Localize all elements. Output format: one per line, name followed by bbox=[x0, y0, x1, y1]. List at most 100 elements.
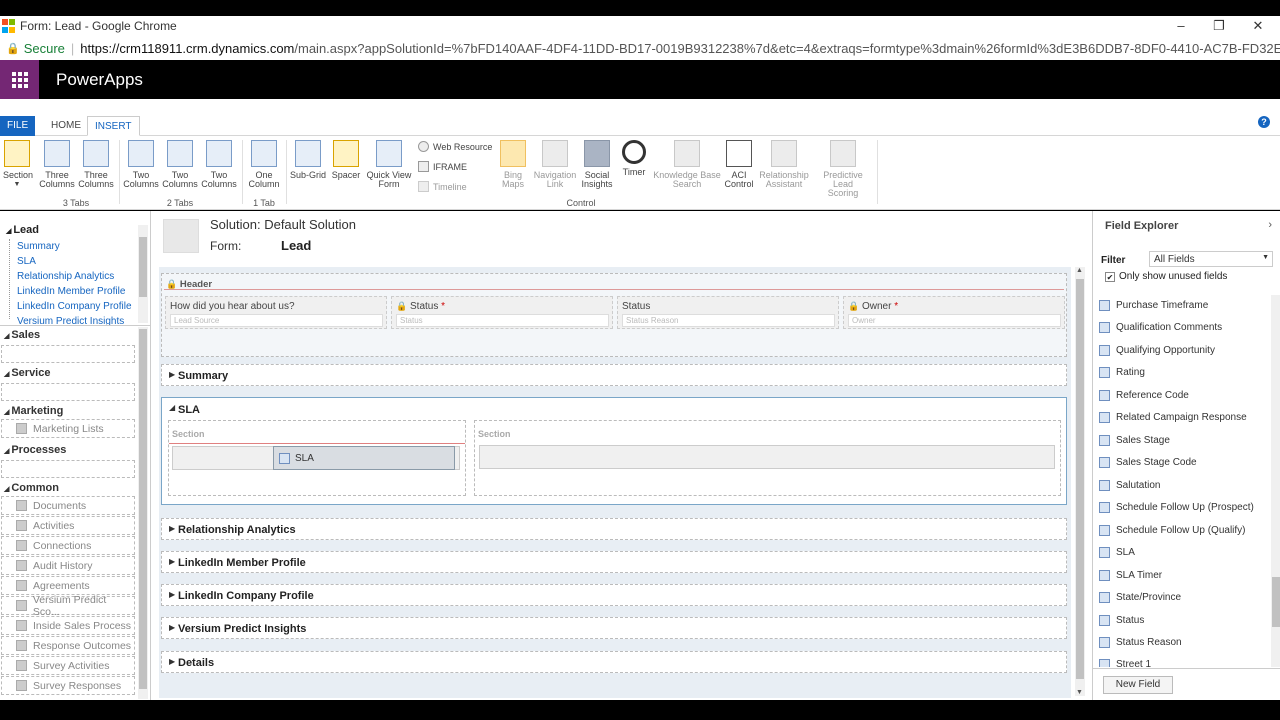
field-item[interactable]: Street 1 bbox=[1099, 659, 1151, 667]
header-section[interactable]: 🔒 Header How did you hear about us? Lead … bbox=[161, 273, 1067, 357]
tab-summary[interactable]: ▶ Summary bbox=[161, 364, 1067, 386]
nav-sales[interactable]: ◢ Sales bbox=[4, 329, 40, 341]
canvas-scrollbar[interactable]: ▲ ▼ bbox=[1075, 267, 1085, 696]
empty-slot[interactable] bbox=[479, 445, 1055, 469]
field-item[interactable]: Related Campaign Response bbox=[1099, 412, 1247, 423]
field-item[interactable]: Status bbox=[1099, 615, 1144, 626]
field-item[interactable]: Salutation bbox=[1099, 480, 1160, 491]
field-item[interactable]: Schedule Follow Up (Qualify) bbox=[1099, 525, 1246, 536]
one-column-button[interactable]: One Column bbox=[245, 140, 283, 189]
tab-versium-predict[interactable]: ▶ Versium Predict Insights bbox=[161, 617, 1067, 639]
help-icon[interactable]: ? bbox=[1258, 116, 1270, 128]
nav-item-survey-responses[interactable]: Survey Responses bbox=[1, 676, 135, 695]
scroll-thumb[interactable] bbox=[139, 329, 147, 689]
nav-link-linkedin-member[interactable]: LinkedIn Member Profile bbox=[17, 286, 125, 297]
app-name[interactable]: PowerApps bbox=[56, 70, 143, 90]
nav-marketing[interactable]: ◢ Marketing bbox=[4, 405, 63, 417]
web-resource-button[interactable]: Web Resource bbox=[418, 141, 492, 152]
nav-link-relationship-analytics[interactable]: Relationship Analytics bbox=[17, 271, 114, 282]
relationship-assistant-button[interactable]: Relationship Assistant bbox=[758, 140, 810, 189]
tab-linkedin-company[interactable]: ▶ LinkedIn Company Profile bbox=[161, 584, 1067, 606]
field-item[interactable]: Rating bbox=[1099, 367, 1145, 378]
field-item[interactable]: Purchase Timeframe bbox=[1099, 300, 1208, 311]
sub-grid-button[interactable]: Sub-Grid bbox=[289, 140, 327, 180]
field-item[interactable]: Qualifying Opportunity bbox=[1099, 345, 1215, 356]
field-item[interactable]: Sales Stage Code bbox=[1099, 457, 1197, 468]
minimize-button[interactable]: – bbox=[1162, 16, 1200, 36]
nav-service[interactable]: ◢ Service bbox=[4, 367, 50, 379]
nav-common[interactable]: ◢ Common bbox=[4, 482, 59, 494]
bing-maps-button[interactable]: Bing Maps bbox=[496, 140, 530, 189]
scroll-thumb[interactable] bbox=[1272, 577, 1280, 627]
header-field-status-reason[interactable]: Status Status Reason bbox=[617, 296, 839, 329]
close-button[interactable]: ✕ bbox=[1239, 16, 1277, 36]
tab-insert[interactable]: INSERT bbox=[87, 116, 140, 136]
spacer-button[interactable]: Spacer bbox=[330, 140, 362, 180]
header-field-owner[interactable]: 🔒 Owner * Owner bbox=[843, 296, 1065, 329]
header-field-status[interactable]: 🔒 Status * Status bbox=[391, 296, 613, 329]
two-columns-button-3[interactable]: Two Columns bbox=[200, 140, 238, 189]
nav-item-marketing-lists[interactable]: Marketing Lists bbox=[1, 419, 135, 438]
new-field-button[interactable]: New Field bbox=[1103, 676, 1173, 694]
social-insights-button[interactable]: Social Insights bbox=[580, 140, 614, 189]
nav-item-documents[interactable]: Documents bbox=[1, 496, 135, 515]
nav-item-audit-history[interactable]: Audit History bbox=[1, 556, 135, 575]
nav-item-survey-activities[interactable]: Survey Activities bbox=[1, 656, 135, 675]
field-item[interactable]: Reference Code bbox=[1099, 390, 1189, 401]
three-columns-button-1[interactable]: Three Columns bbox=[38, 140, 76, 189]
address-bar[interactable]: 🔒 Secure | https://crm118911.crm.dynamic… bbox=[0, 36, 1280, 60]
scroll-up-icon[interactable]: ▲ bbox=[1076, 267, 1083, 274]
nav-item-response-outcomes[interactable]: Response Outcomes bbox=[1, 636, 135, 655]
nav-processes[interactable]: ◢ Processes bbox=[4, 444, 66, 456]
two-columns-button-2[interactable]: Two Columns bbox=[161, 140, 199, 189]
field-list-scrollbar[interactable] bbox=[1271, 295, 1280, 667]
nav-link-sla[interactable]: SLA bbox=[17, 256, 36, 267]
nav-item-activities[interactable]: Activities bbox=[1, 516, 135, 535]
nav-link-versium[interactable]: Versium Predict Insights bbox=[17, 316, 124, 325]
iframe-button[interactable]: IFRAME bbox=[418, 161, 467, 172]
dragged-field-sla[interactable]: SLA bbox=[273, 446, 455, 470]
field-item[interactable]: SLA bbox=[1099, 547, 1135, 558]
url-text[interactable]: https://crm118911.crm.dynamics.com/main.… bbox=[80, 41, 1280, 56]
nav-scrollbar-bottom[interactable] bbox=[138, 327, 148, 699]
maximize-button[interactable]: ❐ bbox=[1200, 16, 1238, 36]
field-item[interactable]: Qualification Comments bbox=[1099, 322, 1222, 333]
nav-scrollbar-top[interactable] bbox=[138, 225, 148, 323]
section-button[interactable]: Section ▼ bbox=[3, 140, 33, 189]
predictive-lead-scoring-button[interactable]: Predictive Lead Scoring bbox=[812, 140, 874, 198]
nav-item-versium-predict[interactable]: Versium Predict Sco... bbox=[1, 594, 135, 618]
scroll-thumb[interactable] bbox=[1076, 279, 1084, 679]
nav-link-summary[interactable]: Summary bbox=[17, 241, 60, 252]
field-item[interactable]: Status Reason bbox=[1099, 637, 1182, 648]
two-columns-button-1[interactable]: Two Columns bbox=[122, 140, 160, 189]
nav-link-linkedin-company[interactable]: LinkedIn Company Profile bbox=[17, 301, 132, 312]
nav-item-agreements[interactable]: Agreements bbox=[1, 576, 135, 595]
aci-control-button[interactable]: ACI Control bbox=[722, 140, 756, 189]
tab-home[interactable]: HOME bbox=[44, 116, 88, 136]
app-launcher-button[interactable] bbox=[0, 60, 39, 99]
field-item[interactable]: State/Province bbox=[1099, 592, 1181, 603]
tab-linkedin-member[interactable]: ▶ LinkedIn Member Profile bbox=[161, 551, 1067, 573]
sla-section-left[interactable]: Section SLA bbox=[168, 420, 466, 496]
collapse-panel-icon[interactable]: › bbox=[1268, 219, 1272, 231]
three-columns-button-2[interactable]: Three Columns bbox=[77, 140, 115, 189]
timeline-button[interactable]: Timeline bbox=[418, 181, 467, 192]
header-field-lead-source[interactable]: How did you hear about us? Lead Source bbox=[165, 296, 387, 329]
field-item[interactable]: Sales Stage bbox=[1099, 435, 1170, 446]
sla-section-right[interactable]: Section bbox=[474, 420, 1061, 496]
timer-button[interactable]: Timer bbox=[618, 140, 650, 177]
unused-fields-toggle[interactable]: ✔ Only show unused fields bbox=[1105, 271, 1227, 282]
nav-item-connections[interactable]: Connections bbox=[1, 536, 135, 555]
navigation-link-button[interactable]: Navigation Link bbox=[532, 140, 578, 189]
checkbox-checked-icon[interactable]: ✔ bbox=[1105, 271, 1115, 282]
scroll-thumb[interactable] bbox=[139, 237, 147, 297]
filter-select[interactable]: All Fields ▼ bbox=[1149, 251, 1273, 267]
field-item[interactable]: Schedule Follow Up (Prospect) bbox=[1099, 502, 1254, 513]
tab-sla[interactable]: ◢ SLA Section SLA Section bbox=[161, 397, 1067, 505]
tab-relationship-analytics[interactable]: ▶ Relationship Analytics bbox=[161, 518, 1067, 540]
quick-view-form-button[interactable]: Quick View Form bbox=[366, 140, 412, 189]
knowledge-base-search-button[interactable]: Knowledge Base Search bbox=[652, 140, 722, 189]
field-item[interactable]: SLA Timer bbox=[1099, 570, 1162, 581]
nav-item-inside-sales[interactable]: Inside Sales Process bbox=[1, 616, 135, 635]
nav-lead[interactable]: ◢ Lead bbox=[6, 224, 39, 236]
